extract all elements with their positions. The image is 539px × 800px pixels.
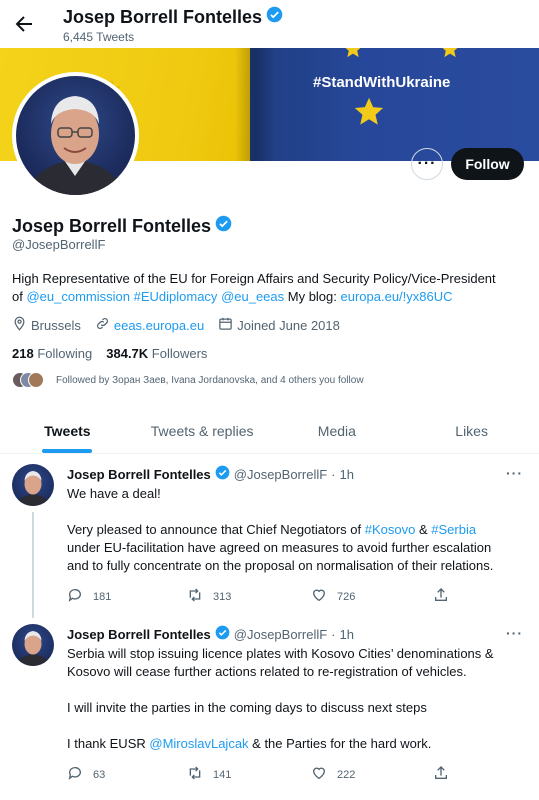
retweet-icon — [187, 587, 203, 606]
reply-button[interactable]: 181 — [67, 587, 111, 606]
share-icon — [433, 587, 449, 606]
followers-you-know-avatars — [12, 372, 46, 388]
header-title: Josep Borrell Fontelles — [63, 6, 283, 28]
person-portrait-icon — [26, 96, 125, 195]
following-link[interactable]: 218 Following — [12, 346, 92, 361]
tweet-count: 6,445 Tweets — [63, 30, 135, 44]
bio-link[interactable]: #EUdiplomacy — [134, 289, 218, 304]
location-pin-icon — [12, 316, 27, 334]
tweet-header: Josep Borrell Fontelles @JosepBorrellF ·… — [67, 625, 354, 643]
banner-hashtag: #StandWithUkraine — [313, 74, 451, 91]
retweet-button[interactable]: 313 — [187, 587, 231, 606]
tweet-header: Josep Borrell Fontelles @JosepBorrellF ·… — [67, 465, 354, 483]
profile-avatar[interactable] — [12, 72, 139, 199]
profile-name: Josep Borrell Fontelles — [12, 215, 232, 237]
profile-bio: High Representative of the EU for Foreig… — [12, 271, 496, 304]
reply-icon — [67, 587, 83, 606]
retweet-icon — [187, 765, 203, 784]
tweet-more-icon[interactable]: ··· — [506, 625, 523, 641]
tweet-author-handle[interactable]: @JosepBorrellF — [234, 627, 327, 642]
tweet[interactable]: Josep Borrell Fontelles @JosepBorrellF ·… — [0, 454, 539, 620]
retweet-button[interactable]: 141 — [187, 765, 231, 784]
person-portrait-icon — [16, 471, 50, 506]
reply-button[interactable]: 63 — [67, 765, 105, 784]
eu-star-icon — [342, 48, 364, 65]
hashtag-link[interactable]: #Serbia — [431, 522, 476, 537]
tab-tweets[interactable]: Tweets — [0, 408, 135, 453]
tweet-timestamp[interactable]: 1h — [340, 627, 354, 642]
tab-likes[interactable]: Likes — [404, 408, 539, 453]
followed-by[interactable]: Followed by Зоран Заев, Ivana Jordanovsk… — [12, 372, 364, 388]
tab-media[interactable]: Media — [270, 408, 405, 453]
share-icon — [433, 765, 449, 784]
heart-icon — [311, 587, 327, 606]
avatar — [28, 372, 44, 388]
verified-badge-icon — [266, 6, 283, 28]
share-button[interactable] — [433, 765, 449, 784]
profile-website-link[interactable]: eeas.europa.eu — [114, 318, 204, 333]
tweet-author-name[interactable]: Josep Borrell Fontelles — [67, 467, 211, 482]
reply-icon — [67, 765, 83, 784]
profile-meta: Brussels eeas.europa.eu Joined June 2018 — [12, 316, 340, 334]
follow-stats: 218 Following 384.7K Followers — [12, 346, 207, 361]
eu-star-icon — [439, 48, 461, 65]
thread-line — [32, 512, 34, 618]
person-portrait-icon — [16, 631, 50, 666]
tweet-timestamp[interactable]: 1h — [340, 467, 354, 482]
bio-link[interactable]: @eu_commission — [26, 289, 130, 304]
profile-location: Brussels — [31, 317, 81, 333]
verified-badge-icon — [215, 625, 230, 643]
tweet-author-handle[interactable]: @JosepBorrellF — [234, 467, 327, 482]
followers-link[interactable]: 384.7K Followers — [106, 346, 207, 361]
bio-link[interactable]: @eu_eeas — [221, 289, 284, 304]
verified-badge-icon — [215, 465, 230, 483]
more-options-button[interactable]: ··· — [411, 148, 443, 180]
avatar[interactable] — [12, 464, 54, 506]
top-bar: Josep Borrell Fontelles 6,445 Tweets — [0, 0, 539, 48]
like-button[interactable]: 726 — [311, 587, 355, 606]
calendar-icon — [218, 316, 233, 334]
eu-star-icon — [352, 95, 386, 134]
back-arrow-icon[interactable] — [12, 12, 36, 36]
tweet-author-name[interactable]: Josep Borrell Fontelles — [67, 627, 211, 642]
bio-link[interactable]: europa.eu/!yx86UC — [341, 289, 453, 304]
link-icon — [95, 316, 110, 334]
like-button[interactable]: 222 — [311, 765, 355, 784]
hashtag-link[interactable]: #Kosovo — [365, 522, 416, 537]
follow-button[interactable]: Follow — [451, 148, 524, 180]
profile-handle: @JosepBorrellF — [12, 237, 106, 252]
tweet[interactable]: Josep Borrell Fontelles @JosepBorrellF ·… — [0, 614, 539, 800]
profile-tabs: Tweets Tweets & replies Media Likes — [0, 408, 539, 454]
avatar[interactable] — [12, 624, 54, 666]
share-button[interactable] — [433, 587, 449, 606]
profile-joined: Joined June 2018 — [237, 317, 340, 333]
tab-tweets-and-replies[interactable]: Tweets & replies — [135, 408, 270, 453]
heart-icon — [311, 765, 327, 784]
tweet-text: We have a deal! Very pleased to announce… — [67, 486, 494, 573]
verified-badge-icon — [215, 215, 232, 237]
tweet-text: Serbia will stop issuing licence plates … — [67, 646, 494, 751]
mention-link[interactable]: @MiroslavLajcak — [149, 736, 248, 751]
tweet-more-icon[interactable]: ··· — [506, 465, 523, 481]
